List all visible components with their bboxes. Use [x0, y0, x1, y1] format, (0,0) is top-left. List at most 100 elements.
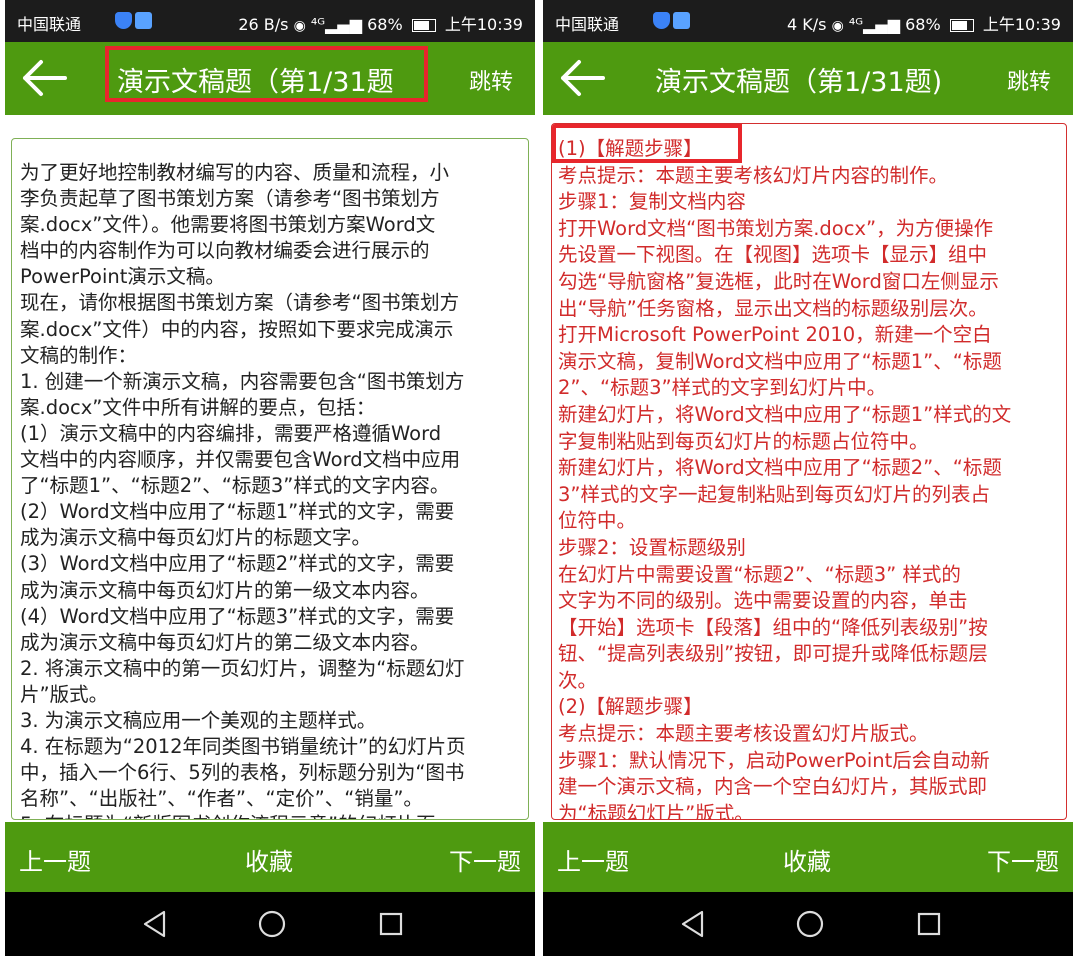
- status-right: 4 K/s ◉ ⁴ᴳ▂▄▆ 68% 上午10:39: [787, 11, 1061, 35]
- question-text-line: 2. 将演示文稿中的第一页幻灯片，调整为“标题幻灯: [20, 656, 465, 680]
- question-text-line: 成为演示文稿中每页幻灯片的标题文字。: [20, 526, 372, 550]
- question-text-line: 案.docx”文件）。他需要将图书策划方案Word文: [20, 213, 436, 237]
- answer-text-line: (2)【解题步骤】: [558, 695, 703, 719]
- battery-icon: [411, 19, 436, 32]
- net-speed: 4 K/s: [787, 15, 827, 34]
- next-question-button[interactable]: 下一题: [449, 842, 521, 877]
- circle-home-icon[interactable]: [792, 906, 828, 942]
- signal-icon: ▂▄▆: [863, 15, 901, 34]
- network-type: ⁴ᴳ: [310, 15, 326, 34]
- answer-text-line: 字复制粘贴到每页幻灯片的标题占位符中。: [558, 429, 929, 453]
- bottom-action-bar: 上一题 收藏 下一题: [5, 822, 535, 892]
- question-text-line: 名称”、“出版社”、“作者”、“定价”、“销量”。: [20, 787, 423, 811]
- answer-text-line: 【开始】选项卡【段落】组中的“降低列表级别”按: [558, 615, 988, 639]
- question-text-line: 现在，请你根据图书策划方案（请参考“图书策划方: [20, 291, 460, 315]
- question-text-line: 成为演示文稿中每页幻灯片的第二级文本内容。: [20, 630, 430, 654]
- prev-question-button[interactable]: 上一题: [19, 842, 91, 877]
- back-arrow-icon[interactable]: [19, 56, 69, 100]
- page-title: 演示文稿题（第1/31题): [655, 67, 943, 98]
- net-speed: 26 B/s: [238, 15, 289, 34]
- battery-icon: [949, 19, 974, 32]
- question-text-line: 3. 为演示文稿应用一个美观的主题样式。: [20, 708, 377, 732]
- app-bar: 演示文稿题（第1/31题) 跳转: [543, 42, 1073, 115]
- answer-text-line: 新建幻灯片，将Word文档中应用了“标题2”、“标题: [558, 456, 1002, 480]
- favorite-button[interactable]: 收藏: [783, 842, 831, 877]
- question-text-line: (2）Word文档中应用了“标题1”样式的文字，需要: [20, 500, 455, 524]
- question-text-line: 案.docx”文件）中的内容，按照如下要求完成演示: [20, 317, 454, 341]
- question-text-line: (1）演示文稿中的内容编排，需要严格遵循Word: [20, 421, 442, 445]
- answer-text-line: 建一个演示文稿，内含一个空白幻灯片，其版式即: [558, 775, 988, 799]
- answer-text-line: 新建幻灯片，将Word文档中应用了“标题1”样式的文: [558, 402, 1012, 426]
- answer-text-line: 步骤2：设置标题级别: [558, 535, 746, 559]
- question-text-line: 中，插入一个6行、5列的表格，列标题分别为“图书: [20, 761, 465, 785]
- shield-icon: [653, 12, 670, 29]
- question-text-line: 片”版式。: [20, 682, 109, 706]
- answer-text-line: 为“标题幻灯片”版式。: [558, 801, 754, 820]
- system-nav-bar: [5, 892, 535, 956]
- answer-content: (1)【解题步骤】 考点提示：本题主要考核幻灯片内容的制作。 步骤1：复制文档内容打…: [551, 123, 1067, 820]
- answer-text-line: 打开Word文档“图书策划方案.docx”，为方便操作: [558, 216, 994, 240]
- question-text-line: 了“标题1”、“标题2”、“标题3”样式的文字内容。: [20, 474, 450, 498]
- back-arrow-icon[interactable]: [557, 56, 607, 100]
- sync-icon: [135, 12, 152, 29]
- prev-question-button[interactable]: 上一题: [557, 842, 629, 877]
- page-title: 演示文稿题（第1/31题: [117, 67, 394, 98]
- carrier-label: 中国联通: [17, 15, 82, 34]
- square-recent-icon[interactable]: [373, 906, 409, 942]
- question-text-line: 5. 在标题为“新版图书创作流程示意”的幻灯片页: [20, 812, 520, 819]
- jump-button[interactable]: 跳转: [469, 64, 513, 96]
- right-phone-screen: 中国联通 4 K/s ◉ ⁴ᴳ▂▄▆ 68% 上午10:39 演示文稿题（第1/…: [543, 0, 1073, 956]
- answer-text-line: 打开Microsoft PowerPoint 2010，新建一个空白: [558, 323, 992, 347]
- question-text-line: (3）Word文档中应用了“标题2”样式的文字，需要: [20, 552, 455, 576]
- answer-text-line: 演示文稿，复制Word文档中应用了“标题1”、“标题: [558, 349, 1002, 373]
- answer-text-line: 出“导航”任务窗格，显示出文档的标题级别层次。: [558, 296, 988, 320]
- bottom-action-bar: 上一题 收藏 下一题: [543, 822, 1073, 892]
- answer-text-line: 次。: [558, 668, 598, 692]
- answer-text-line: 3”样式的文字一起复制粘贴到每页幻灯片的列表占: [558, 482, 991, 506]
- answer-text-line: 考点提示：本题主要考核设置幻灯片版式。: [558, 722, 929, 746]
- answer-text-line: 步骤1：复制文档内容: [558, 190, 746, 214]
- question-text-line: 为了更好地控制教材编写的内容、质量和流程，小: [20, 161, 450, 184]
- carrier-label: 中国联通: [555, 15, 620, 34]
- answer-text-line: 考点提示：本题主要考核幻灯片内容的制作。: [558, 163, 949, 187]
- clock: 上午10:39: [444, 15, 523, 34]
- notification-icons: [653, 10, 693, 29]
- question-text-line: 案.docx”文件中所有讲解的要点，包括：: [20, 395, 376, 419]
- question-text-line: 成为演示文稿中每页幻灯片的第一级文本内容。: [20, 578, 430, 602]
- jump-button[interactable]: 跳转: [1007, 64, 1051, 96]
- square-recent-icon[interactable]: [911, 906, 947, 942]
- answer-text-line: 步骤1：默认情况下，启动PowerPoint后会自动新: [558, 748, 990, 772]
- status-bar: 中国联通 26 B/s ◉ ⁴ᴳ▂▄▆ 68% 上午10:39: [5, 0, 535, 42]
- triangle-back-icon[interactable]: [675, 906, 711, 942]
- question-text-line: 1. 创建一个新演示文稿，内容需要包含“图书策划方: [20, 369, 465, 393]
- circle-home-icon[interactable]: [254, 906, 290, 942]
- network-type: ⁴ᴳ: [848, 15, 864, 34]
- wifi-icon: ◉: [831, 18, 844, 34]
- triangle-back-icon[interactable]: [137, 906, 173, 942]
- favorite-button[interactable]: 收藏: [245, 842, 293, 877]
- status-bar: 中国联通 4 K/s ◉ ⁴ᴳ▂▄▆ 68% 上午10:39: [543, 0, 1073, 42]
- question-text-line: 文档中的内容顺序，并仅需要包含Word文档中应用: [20, 448, 461, 472]
- question-text-line: (4）Word文档中应用了“标题3”样式的文字，需要: [20, 604, 455, 628]
- shield-icon: [115, 12, 132, 29]
- next-question-button[interactable]: 下一题: [987, 842, 1059, 877]
- wifi-icon: ◉: [293, 18, 306, 34]
- answer-text-line: 在幻灯片中需要设置“标题2”、“标题3” 样式的: [558, 562, 961, 586]
- step-highlight-box: [552, 124, 742, 163]
- battery-percent: 68%: [367, 15, 403, 34]
- answer-text-line: 先设置一下视图。在【视图】选项卡【显示】组中: [558, 243, 988, 267]
- system-nav-bar: [543, 892, 1073, 956]
- answer-text-line: 文字为不同的级别。选中需要设置的内容，单击: [558, 589, 968, 613]
- status-right: 26 B/s ◉ ⁴ᴳ▂▄▆ 68% 上午10:39: [238, 11, 523, 35]
- notification-icons: [115, 10, 155, 29]
- app-bar: 演示文稿题（第1/31题 跳转: [5, 42, 535, 115]
- answer-text-line: 钮、“提高列表级别”按钮，即可提升或降低标题层: [558, 642, 988, 666]
- signal-icon: ▂▄▆: [325, 15, 363, 34]
- answer-text-line: 位符中。: [558, 509, 637, 533]
- battery-percent: 68%: [905, 15, 941, 34]
- question-text-line: 档中的内容制作为可以向教材编委会进行展示的: [20, 239, 430, 263]
- sync-icon: [673, 12, 690, 29]
- question-text-line: PowerPoint演示文稿。: [20, 265, 225, 289]
- question-text-line: 文稿的制作：: [20, 343, 138, 367]
- question-content: 为了更好地控制教材编写的内容、质量和流程，小 李负责起草了图书策划方案（请参考“图…: [11, 138, 529, 820]
